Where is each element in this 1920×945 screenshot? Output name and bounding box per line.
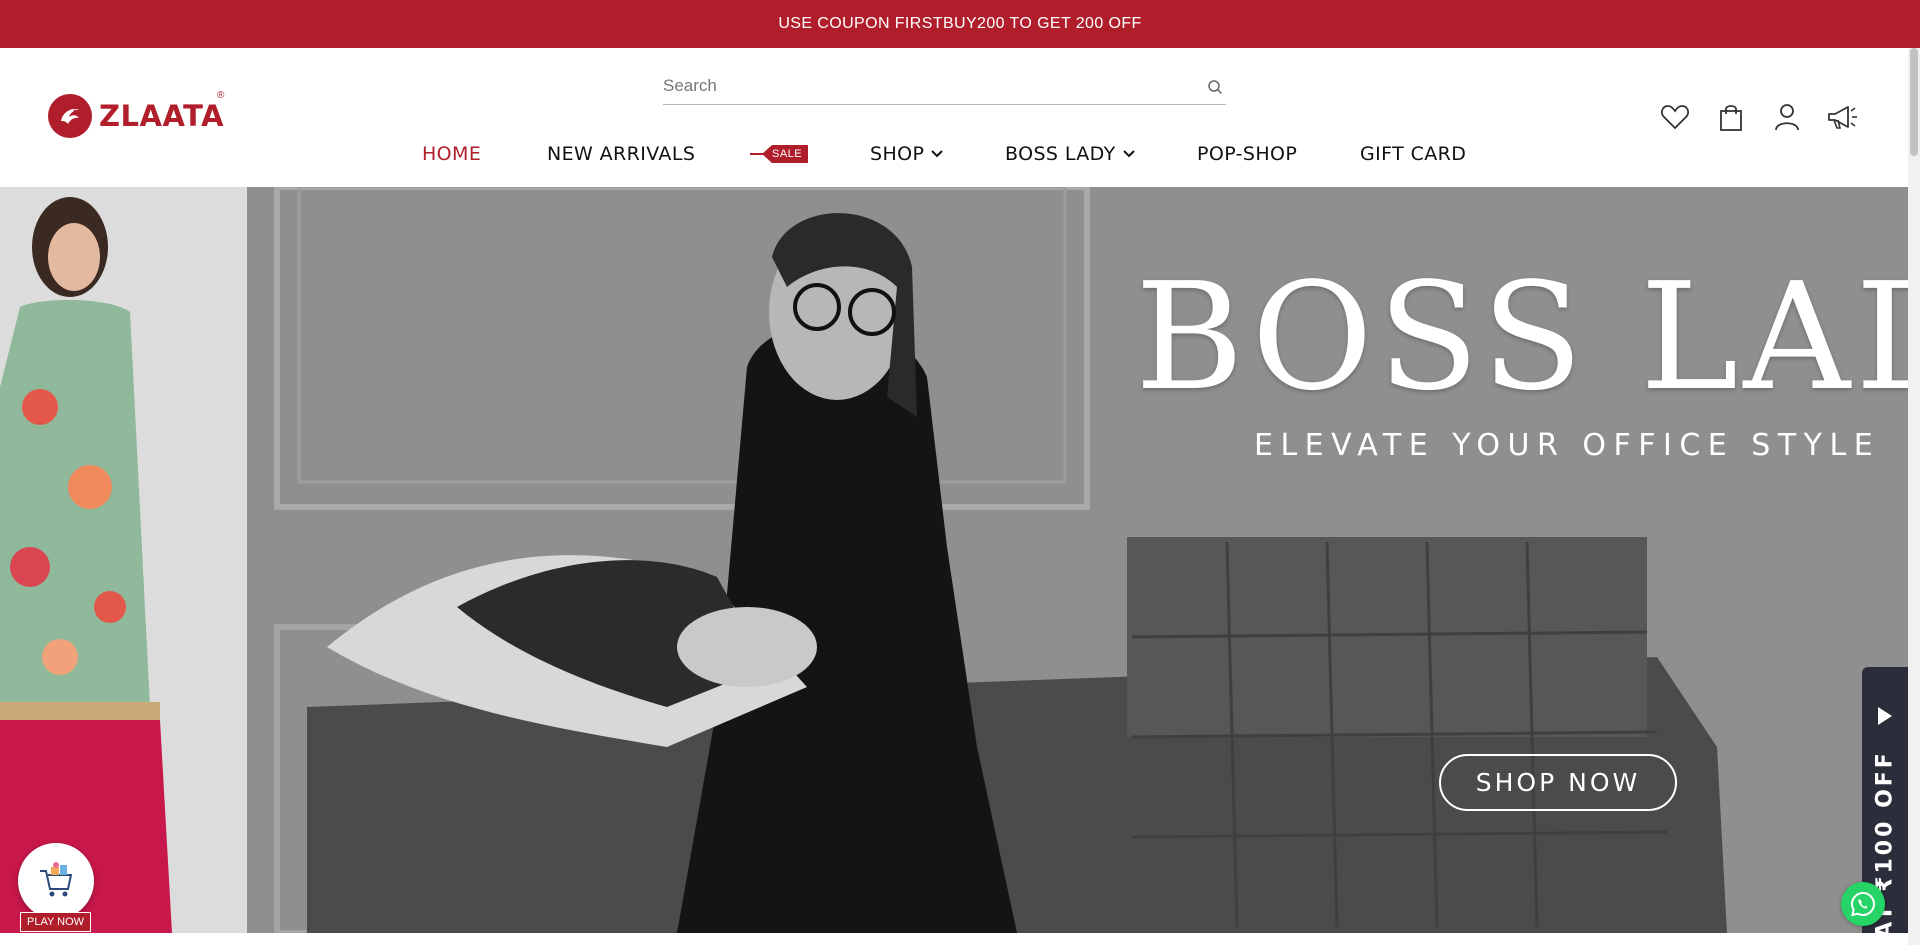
nav-pop-shop[interactable]: POP-SHOP <box>1197 134 1297 174</box>
hero-title: BOSS LADY <box>1135 251 1908 423</box>
account-user-icon[interactable] <box>1770 100 1804 134</box>
announcement-megaphone-icon[interactable] <box>1826 100 1860 134</box>
nav-new-arrivals[interactable]: NEW ARRIVALS <box>547 134 695 174</box>
nav-home[interactable]: HOME <box>422 134 481 174</box>
search-input[interactable] <box>663 70 1183 102</box>
hero-carousel[interactable]: BOSS LADY ELEVATE YOUR OFFICE STYLE SHOP… <box>0 187 1908 933</box>
cart-bag-icon[interactable] <box>1714 100 1748 134</box>
scrollbar-thumb[interactable] <box>1910 48 1918 156</box>
active-slide-image[interactable]: BOSS LADY ELEVATE YOUR OFFICE STYLE SHOP… <box>247 187 1908 933</box>
nav-gift-card[interactable]: GIFT CARD <box>1360 134 1466 174</box>
announcement-bar: USE COUPON FIRSTBUY200 TO GET 200 OFF <box>0 0 1920 48</box>
chevron-down-icon <box>930 149 944 159</box>
nav-sale[interactable]: SALE <box>750 134 809 174</box>
registered-mark: ® <box>217 90 225 101</box>
shopping-cart-gift-icon <box>18 843 94 919</box>
hero-subtitle: ELEVATE YOUR OFFICE STYLE <box>1254 428 1881 463</box>
play-now-widget[interactable]: PLAY NOW <box>16 843 96 937</box>
search-icon[interactable] <box>1204 76 1226 98</box>
nav-boss-lady[interactable]: BOSS LADY <box>1005 134 1136 174</box>
page-scrollbar[interactable] <box>1908 48 1920 945</box>
main-nav: HOME NEW ARRIVALS SALE SHOP BOSS LADY PO… <box>0 134 1908 174</box>
play-now-label: PLAY NOW <box>20 912 92 932</box>
sale-tag-icon: SALE <box>750 145 809 163</box>
chevron-down-icon <box>1122 149 1136 159</box>
nav-boss-lady-label: BOSS LADY <box>1005 143 1116 165</box>
site-header: ZLAATA ® HOME NEW ARRIVALS SALE SHOP <box>0 48 1908 187</box>
announcement-text: USE COUPON FIRSTBUY200 TO GET 200 OFF <box>778 15 1142 32</box>
previous-slide-image[interactable] <box>0 187 247 933</box>
play-triangle-icon <box>1876 705 1894 732</box>
shop-now-button[interactable]: SHOP NOW <box>1439 754 1677 811</box>
search-bar <box>663 70 1226 105</box>
wishlist-heart-icon[interactable] <box>1658 100 1692 134</box>
whatsapp-chat-icon[interactable] <box>1841 882 1885 926</box>
logo-emblem-icon <box>48 94 92 138</box>
nav-shop[interactable]: SHOP <box>870 134 944 174</box>
sale-tag-label: SALE <box>762 145 809 163</box>
nav-shop-label: SHOP <box>870 143 925 165</box>
brand-name: ZLAATA <box>99 99 225 133</box>
brand-logo[interactable]: ZLAATA ® <box>48 90 225 138</box>
